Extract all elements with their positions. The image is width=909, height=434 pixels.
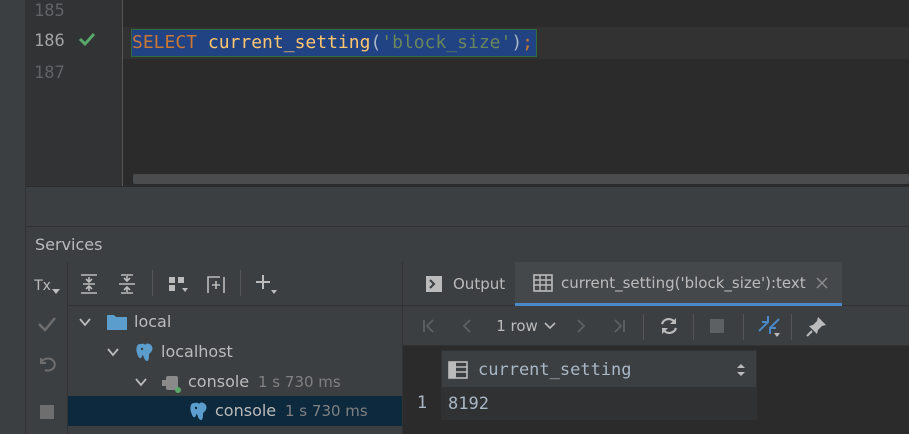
- tab-label: Output: [453, 275, 506, 293]
- last-page-icon[interactable]: [607, 312, 631, 340]
- sql-paren: (: [370, 32, 382, 53]
- add-icon[interactable]: [252, 270, 280, 298]
- column-icon: [448, 361, 468, 379]
- tree-item-label: localhost: [161, 342, 233, 361]
- tab-label: current_setting('block_size'):text: [561, 273, 806, 292]
- chevron-down-icon: [544, 322, 556, 330]
- close-icon[interactable]: [816, 276, 828, 289]
- toolbar-separator: [743, 314, 744, 340]
- sql-string: 'block_size': [381, 32, 512, 53]
- horizontal-scrollbar[interactable]: [133, 174, 909, 184]
- column-header[interactable]: current_setting: [441, 350, 757, 388]
- collapse-all-icon[interactable]: [113, 270, 141, 298]
- sql-paren: ): [511, 32, 523, 53]
- sql-semicolon: ;: [522, 32, 534, 53]
- results-tab-bar: Output current_setting('block_size'):tex…: [403, 262, 909, 306]
- postgresql-icon: [188, 401, 210, 427]
- editor-gutter: 185 186 187: [26, 0, 122, 186]
- add-service-icon[interactable]: [202, 270, 230, 298]
- execution-time: 1 s 730 ms: [285, 402, 368, 420]
- tab-output[interactable]: Output: [403, 262, 519, 306]
- tree-item-console-session[interactable]: console 1 s 730 ms: [68, 367, 402, 397]
- tree-item-label: local: [134, 312, 172, 331]
- toolbar-separator: [643, 314, 644, 340]
- line-number: 187: [34, 63, 65, 83]
- line-number: 186: [34, 31, 65, 51]
- toolbar-separator: [152, 270, 153, 296]
- postgresql-icon: [134, 342, 156, 368]
- line-number: 185: [34, 1, 65, 21]
- results-panel: Output current_setting('block_size'):tex…: [402, 262, 909, 434]
- gutter-line-185: 185: [26, 0, 122, 29]
- rollback-icon[interactable]: [26, 345, 68, 383]
- grid-cell[interactable]: 8192: [441, 388, 757, 420]
- toolbar-separator: [240, 270, 241, 296]
- tab-result-table[interactable]: current_setting('block_size'):text: [515, 262, 842, 306]
- chevron-down-icon[interactable]: [134, 374, 148, 393]
- sql-editor[interactable]: 185 186 187 SELECT current_setting('bloc…: [26, 0, 909, 186]
- left-tool-strip: [0, 0, 26, 434]
- gutter-line-186: 186: [26, 27, 122, 59]
- tree-item-local[interactable]: local: [68, 307, 402, 337]
- dropdown-arrow-icon: [51, 289, 60, 294]
- editor-bottom-bar: [26, 186, 909, 226]
- tree-item-label: console: [215, 401, 277, 420]
- stop-icon[interactable]: [705, 312, 729, 340]
- row-count-label: 1 row: [496, 317, 538, 335]
- tree-item-label: console: [188, 372, 250, 391]
- tree-item-localhost[interactable]: localhost: [68, 337, 402, 367]
- commit-icon[interactable]: [26, 305, 68, 343]
- services-tree-toolbar: [68, 262, 402, 306]
- table-icon: [533, 273, 553, 292]
- services-side-toolbar: Tx: [26, 262, 68, 434]
- pin-icon[interactable]: [803, 312, 831, 340]
- output-icon: [426, 276, 442, 292]
- services-header: Services: [26, 226, 909, 262]
- results-toolbar: 1 row: [403, 306, 909, 346]
- first-page-icon[interactable]: [417, 312, 441, 340]
- transaction-mode-button[interactable]: Tx: [26, 267, 68, 305]
- chevron-down-icon[interactable]: [78, 314, 92, 333]
- group-by-icon[interactable]: [164, 270, 192, 298]
- check-icon: [78, 31, 96, 51]
- services-tree-panel: local localhost console 1 s 730 ms conso…: [68, 262, 402, 434]
- tree-item-console-query[interactable]: console 1 s 730 ms: [68, 396, 402, 426]
- row-number: 1: [416, 393, 428, 413]
- folder-icon: [106, 312, 128, 336]
- sql-keyword: SELECT: [132, 32, 198, 53]
- expand-all-icon[interactable]: [75, 270, 103, 298]
- prev-page-icon[interactable]: [455, 312, 479, 340]
- next-page-icon[interactable]: [569, 312, 593, 340]
- execution-time: 1 s 730 ms: [258, 373, 341, 391]
- refresh-icon[interactable]: [657, 312, 681, 340]
- toolbar-separator: [693, 314, 694, 340]
- stop-icon[interactable]: [26, 393, 68, 431]
- code-line-186[interactable]: SELECT current_setting('block_size');: [131, 29, 538, 57]
- sort-icon[interactable]: [736, 362, 746, 378]
- toolbar-separator: [791, 314, 792, 340]
- chevron-down-icon[interactable]: [106, 344, 120, 363]
- compare-icon[interactable]: [755, 312, 783, 340]
- row-count-dropdown[interactable]: 1 row: [491, 312, 561, 340]
- console-icon: [160, 372, 184, 398]
- gutter-line-187: 187: [26, 59, 122, 91]
- services-title: Services: [35, 235, 103, 254]
- column-header-label: current_setting: [478, 360, 632, 380]
- tx-label: Tx: [34, 278, 51, 294]
- sql-function: current_setting: [207, 32, 371, 53]
